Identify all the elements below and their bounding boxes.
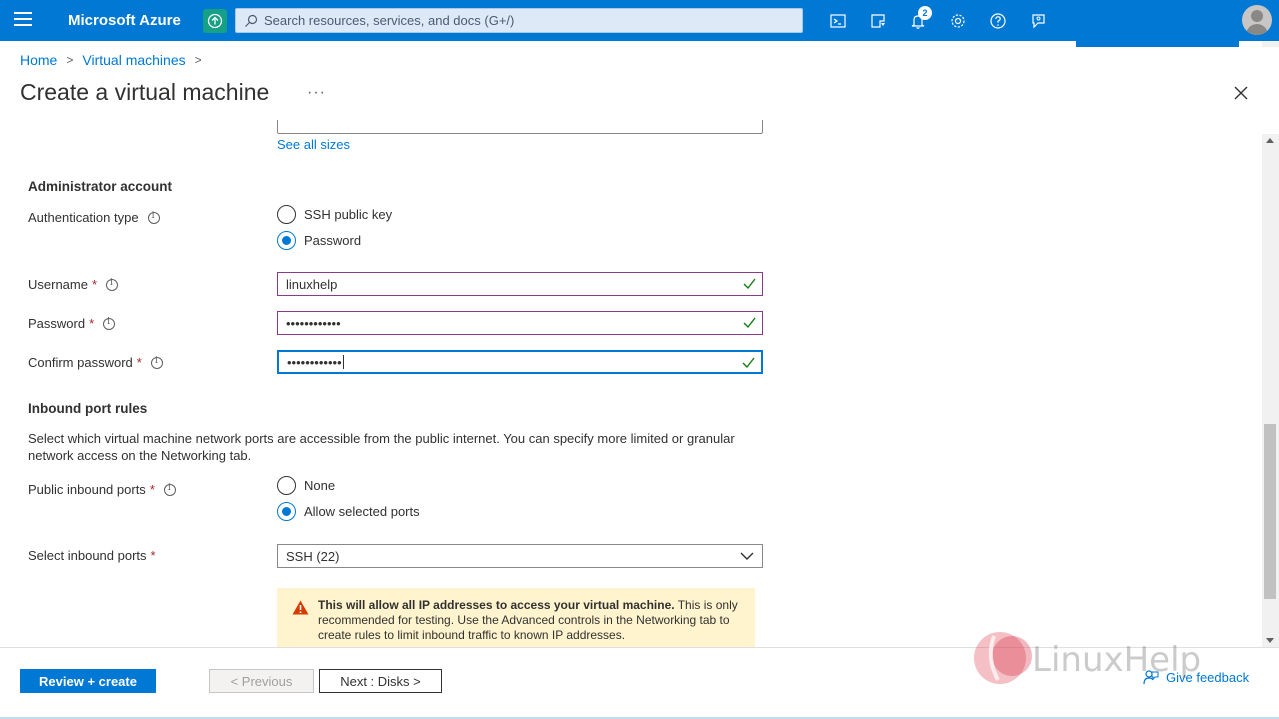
form-content: See all sizes Administrator account Auth… xyxy=(0,120,1261,647)
scroll-up-arrow-icon[interactable] xyxy=(1266,138,1274,143)
username-input[interactable]: linuxhelp xyxy=(277,272,763,296)
chevron-right-icon: > xyxy=(194,53,202,67)
radio-circle-checked[interactable] xyxy=(277,231,296,250)
page-title: Create a virtual machine xyxy=(20,79,270,105)
footer-bar: Review + create < Previous Next : Disks … xyxy=(0,632,1279,719)
section-administrator-account: Administrator account xyxy=(28,179,173,194)
notification-icon[interactable]: 2 xyxy=(907,6,932,32)
checkmark-icon xyxy=(743,317,756,329)
size-field[interactable] xyxy=(277,120,763,134)
checkmark-icon xyxy=(742,357,755,369)
radio-password[interactable]: Password xyxy=(277,231,361,250)
chevron-right-icon: > xyxy=(66,53,74,67)
public-inbound-ports-label: Public inbound ports * xyxy=(28,482,176,497)
feedback-icon[interactable] xyxy=(1027,10,1049,32)
text-cursor xyxy=(342,355,344,369)
review-create-button[interactable]: Review + create xyxy=(20,669,156,693)
directory-filter-icon[interactable] xyxy=(867,10,889,32)
cloud-shell-icon[interactable] xyxy=(827,10,849,32)
radio-circle-checked[interactable] xyxy=(277,502,296,521)
breadcrumb: Home > Virtual machines > xyxy=(20,52,211,68)
top-scroll-gutter xyxy=(1262,41,1279,47)
menu-icon[interactable] xyxy=(14,12,32,28)
username-label: Username * xyxy=(28,277,119,292)
radio-circle[interactable] xyxy=(277,205,296,224)
confirm-password-input[interactable]: •••••••••••• xyxy=(277,350,763,374)
info-icon[interactable] xyxy=(150,356,163,369)
give-feedback-link[interactable]: Give feedback xyxy=(1143,669,1249,685)
select-inbound-ports-label: Select inbound ports * xyxy=(28,548,156,563)
account-area[interactable] xyxy=(1076,0,1239,47)
chevron-down-icon xyxy=(740,552,754,560)
scrollbar-thumb[interactable] xyxy=(1264,424,1276,599)
radio-allow-selected-ports[interactable]: Allow selected ports xyxy=(277,502,420,521)
info-icon[interactable] xyxy=(106,278,119,291)
more-options-icon[interactable]: ··· xyxy=(307,84,326,102)
previous-button: < Previous xyxy=(209,669,314,693)
info-icon[interactable] xyxy=(147,211,160,224)
select-inbound-ports-dropdown[interactable]: SSH (22) xyxy=(277,544,763,568)
scroll-down-arrow-icon[interactable] xyxy=(1266,638,1274,643)
search-input[interactable] xyxy=(264,13,784,28)
section-inbound-port-rules: Inbound port rules xyxy=(28,401,148,416)
breadcrumb-virtual-machines[interactable]: Virtual machines xyxy=(82,52,185,68)
radio-ssh-public-key[interactable]: SSH public key xyxy=(277,205,392,224)
search-icon xyxy=(245,14,258,27)
password-input[interactable]: •••••••••••• xyxy=(277,311,763,335)
upgrade-icon[interactable] xyxy=(203,9,227,33)
radio-none[interactable]: None xyxy=(277,476,335,495)
next-disks-button[interactable]: Next : Disks > xyxy=(319,669,442,693)
info-icon[interactable] xyxy=(163,483,176,496)
radio-circle[interactable] xyxy=(277,476,296,495)
brand-title[interactable]: Microsoft Azure xyxy=(68,12,181,29)
breadcrumb-home[interactable]: Home xyxy=(20,52,57,68)
inbound-description: Select which virtual machine network por… xyxy=(28,431,735,463)
checkmark-icon xyxy=(743,278,756,290)
info-icon[interactable] xyxy=(103,317,116,330)
feedback-person-icon xyxy=(1143,670,1159,685)
notification-badge: 2 xyxy=(918,6,932,20)
global-search[interactable] xyxy=(235,8,803,33)
confirm-password-label: Confirm password * xyxy=(28,355,163,370)
password-label: Password * xyxy=(28,316,116,331)
help-icon[interactable] xyxy=(987,10,1009,32)
vertical-scrollbar[interactable] xyxy=(1262,134,1279,647)
close-icon[interactable] xyxy=(1232,84,1250,102)
see-all-sizes-link[interactable]: See all sizes xyxy=(277,137,350,152)
settings-icon[interactable] xyxy=(947,10,969,32)
warning-message: This will allow all IP addresses to acce… xyxy=(277,588,755,647)
avatar[interactable] xyxy=(1242,5,1272,35)
authentication-type-label: Authentication type xyxy=(28,210,160,225)
warning-icon xyxy=(292,600,309,615)
